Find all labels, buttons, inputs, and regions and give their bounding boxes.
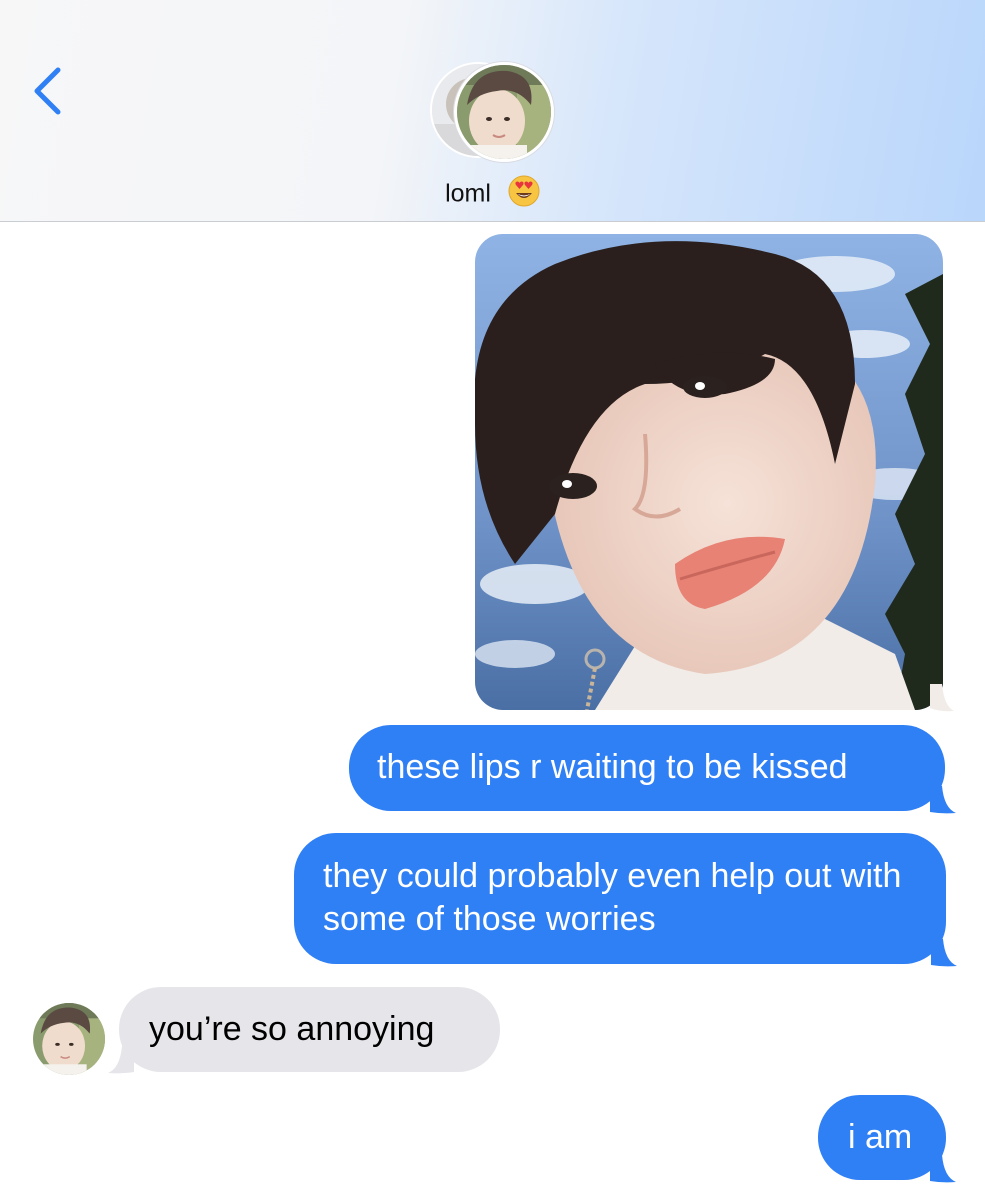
sent-bubble-tail — [930, 786, 956, 814]
contact-name[interactable]: loml — [0, 172, 985, 213]
contact-name-label: loml — [445, 179, 491, 208]
back-button[interactable] — [26, 64, 70, 118]
selfie-photo — [475, 234, 943, 710]
photo-message-tail — [930, 684, 954, 712]
contact-avatar — [454, 62, 554, 162]
sent-photo-message[interactable] — [475, 234, 943, 710]
message-text: i am — [848, 1118, 913, 1156]
sent-bubble-tail — [930, 1155, 956, 1183]
sent-message-bubble[interactable]: these lips r waiting to be kissed — [349, 725, 945, 811]
conversation-header: loml — [0, 0, 985, 222]
sent-message-bubble[interactable]: they could probably even help out with s… — [294, 833, 946, 964]
sender-avatar[interactable] — [33, 1003, 105, 1075]
chevron-left-icon — [34, 67, 61, 115]
sent-bubble-tail — [931, 939, 957, 967]
received-message-bubble[interactable]: you’re so annoying — [119, 987, 500, 1072]
avatar-photo — [33, 1003, 105, 1075]
sent-message-bubble[interactable]: i am — [818, 1095, 946, 1180]
message-text: they could probably even help out with s… — [323, 857, 902, 938]
contact-avatar-stack[interactable] — [428, 60, 554, 162]
message-text: these lips r waiting to be kissed — [377, 748, 848, 786]
heart-eyes-emoji-icon — [508, 175, 540, 207]
message-text: you’re so annoying — [149, 1010, 435, 1048]
